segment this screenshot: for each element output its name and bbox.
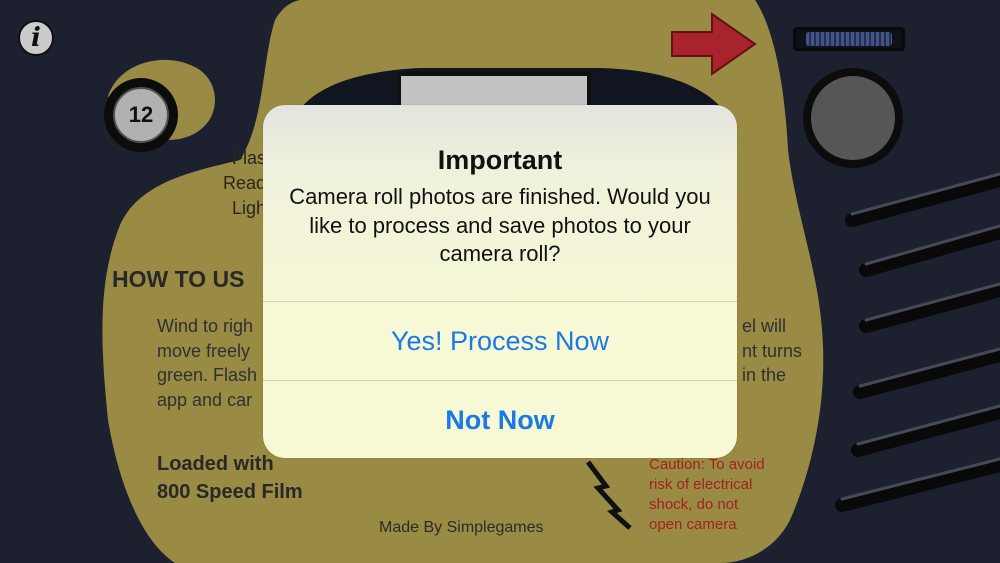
- important-alert-dialog: Important Camera roll photos are finishe…: [263, 105, 737, 458]
- process-now-button[interactable]: Yes! Process Now: [263, 302, 737, 380]
- alert-message: Camera roll photos are finished. Would y…: [289, 184, 711, 266]
- not-now-button[interactable]: Not Now: [263, 381, 737, 458]
- alert-title: Important: [437, 145, 563, 175]
